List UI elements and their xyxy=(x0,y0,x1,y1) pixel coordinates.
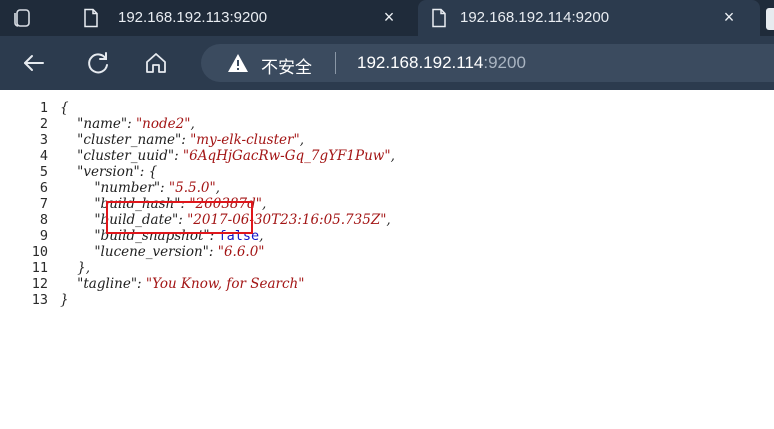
code-line: }, xyxy=(60,260,395,276)
divider xyxy=(335,52,336,74)
line-number: 1 xyxy=(39,100,48,116)
code-line: "number": "5.5.0", xyxy=(60,180,395,196)
json-key: "cluster_name" xyxy=(77,132,182,148)
tab-active[interactable]: 192.168.192.114:9200 × xyxy=(418,0,760,36)
json-key: "cluster_uuid" xyxy=(77,148,175,164)
json-string-value: "node2" xyxy=(135,116,191,132)
json-punctuation: , xyxy=(386,212,391,228)
json-key: "name" xyxy=(77,116,128,132)
security-status-label[interactable]: 不安全 xyxy=(261,53,312,78)
json-punctuation: : xyxy=(174,148,183,164)
json-punctuation: : xyxy=(181,132,191,148)
json-punctuation: , xyxy=(190,116,195,132)
json-punctuation: : xyxy=(127,116,136,132)
line-number: 7 xyxy=(39,196,48,212)
line-number: 9 xyxy=(39,228,48,244)
code-line: "tagline": "You Know, for Search" xyxy=(60,276,395,292)
line-number: 13 xyxy=(31,292,48,308)
tab-strip: 192.168.192.113:9200 × 192.168.192.114:9… xyxy=(0,0,774,36)
json-punctuation: : xyxy=(137,276,146,292)
line-number: 11 xyxy=(31,260,48,276)
page-icon xyxy=(82,8,100,28)
json-key: "tagline" xyxy=(77,276,138,292)
tab-title: 192.168.192.114:9200 xyxy=(460,9,610,26)
json-key: "lucene_version" xyxy=(94,244,209,260)
tab-inactive[interactable]: 192.168.192.113:9200 × xyxy=(70,0,410,36)
json-string-value: "6AqHjGacRw-Gq_7gYF1Puw" xyxy=(182,148,391,164)
json-string-value: "my-elk-cluster" xyxy=(190,132,300,148)
json-punctuation: , xyxy=(261,196,267,212)
line-number: 6 xyxy=(39,180,48,196)
line-number: 8 xyxy=(39,212,48,228)
new-tab-edge[interactable] xyxy=(766,8,774,30)
json-punctuation: , xyxy=(215,180,220,196)
line-number: 4 xyxy=(39,148,48,164)
json-punctuation: }, xyxy=(77,260,91,276)
line-number-gutter: 1 2 3 4 5 6 7 8 9 10 11 12 13 xyxy=(22,100,48,308)
json-string-value: "6.6.0" xyxy=(217,244,265,260)
line-number: 5 xyxy=(39,164,48,180)
highlight-box xyxy=(106,201,253,234)
warning-icon[interactable] xyxy=(227,53,249,73)
line-number: 3 xyxy=(39,132,48,148)
url-host: 192.168.192.114 xyxy=(357,53,484,72)
home-icon[interactable] xyxy=(142,49,170,77)
toolbar: 不安全 192.168.192.114:9200 xyxy=(0,36,774,90)
back-arrow-icon[interactable] xyxy=(20,49,48,77)
code-line: } xyxy=(60,292,395,308)
json-key: "version" xyxy=(77,164,140,180)
json-punctuation: : xyxy=(160,180,169,196)
address-bar[interactable]: 不安全 192.168.192.114:9200 xyxy=(201,44,774,82)
line-number: 10 xyxy=(31,244,48,260)
code-line: "version": { xyxy=(60,164,395,180)
json-punctuation: : xyxy=(208,244,218,260)
json-punctuation: : { xyxy=(139,164,158,180)
json-string-value: "You Know, for Search" xyxy=(145,276,305,292)
json-key: "number" xyxy=(94,180,161,196)
line-number: 2 xyxy=(39,116,48,132)
code-line: "cluster_name": "my-elk-cluster", xyxy=(60,132,395,148)
close-tab-icon[interactable]: × xyxy=(378,6,400,28)
url-port: :9200 xyxy=(483,53,526,72)
tab-actions-icon[interactable] xyxy=(10,6,34,30)
json-punctuation: , xyxy=(390,148,395,164)
json-punctuation: { xyxy=(60,100,69,116)
code-line: "lucene_version": "6.6.0" xyxy=(60,244,395,260)
tab-title: 192.168.192.113:9200 xyxy=(118,9,268,26)
line-number: 12 xyxy=(31,276,48,292)
json-punctuation: , xyxy=(299,132,304,148)
reload-icon[interactable] xyxy=(84,49,112,77)
page-icon xyxy=(430,8,448,28)
close-tab-icon[interactable]: × xyxy=(718,6,740,28)
url-text[interactable]: 192.168.192.114:9200 xyxy=(357,53,526,73)
code-line: { xyxy=(60,100,395,116)
json-punctuation: , xyxy=(259,228,264,244)
code-line: "name": "node2", xyxy=(60,116,395,132)
json-viewer: 1 2 3 4 5 6 7 8 9 10 11 12 13 { "name": "node2", "cl… xyxy=(0,98,774,429)
json-punctuation: } xyxy=(60,292,69,308)
code-line: "cluster_uuid": "6AqHjGacRw-Gq_7gYF1Puw"… xyxy=(60,148,395,164)
json-string-value: "5.5.0" xyxy=(168,180,216,196)
